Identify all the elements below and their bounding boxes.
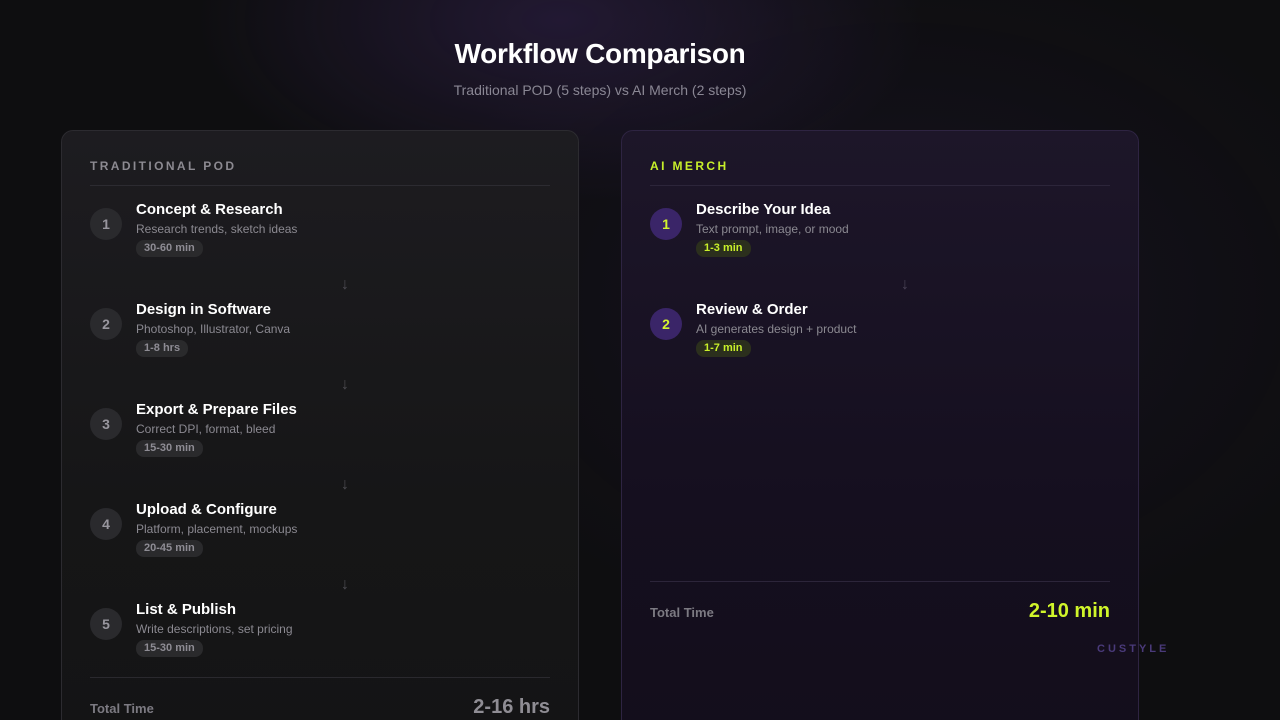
step-number-badge: 4 <box>90 508 122 540</box>
page-title: Workflow Comparison <box>454 38 746 69</box>
traditional-step-5: 5 List & Publish Write descriptions, set… <box>90 601 550 662</box>
step-title: Review & Order <box>696 301 808 318</box>
step-time-badge: 1-8 hrs <box>136 340 189 357</box>
traditional-total-row: Total Time 2-16 hrs <box>90 677 550 719</box>
traditional-pod-panel: TRADITIONAL POD 1 Concept & Research Res… <box>61 130 579 720</box>
step-description: Write descriptions, set pricing <box>136 622 293 636</box>
total-time-value: 2-10 min <box>1028 600 1110 622</box>
step-description: Platform, placement, mockups <box>136 522 298 536</box>
step-number-badge: 2 <box>650 308 682 340</box>
step-time-badge: 1-3 min <box>696 240 751 257</box>
total-time-label: Total Time <box>650 605 714 620</box>
traditional-pod-heading: TRADITIONAL POD <box>90 159 550 186</box>
page-subtitle: Traditional POD (5 steps) vs AI Merch (2… <box>453 82 747 98</box>
step-title: Describe Your Idea <box>696 201 831 218</box>
step-number-badge: 5 <box>90 608 122 640</box>
step-number-badge: 2 <box>90 308 122 340</box>
step-number-badge: 3 <box>90 408 122 440</box>
step-time-badge: 30-60 min <box>136 240 203 257</box>
step-time-badge: 1-7 min <box>696 340 751 357</box>
traditional-step-4: 4 Upload & Configure Platform, placement… <box>90 501 550 562</box>
step-time-badge: 15-30 min <box>136 440 203 457</box>
ai-step-1: 1 Describe Your Idea Text prompt, image,… <box>650 201 1110 262</box>
ai-total-row: Total Time 2-10 min <box>650 581 1110 623</box>
step-number-badge: 1 <box>650 208 682 240</box>
step-title: Upload & Configure <box>136 501 277 518</box>
traditional-step-1: 1 Concept & Research Research trends, sk… <box>90 201 550 262</box>
ai-merch-heading: AI MERCH <box>650 159 1110 186</box>
step-title: Export & Prepare Files <box>136 401 297 418</box>
step-time-badge: 20-45 min <box>136 540 203 557</box>
traditional-step-3: 3 Export & Prepare Files Correct DPI, fo… <box>90 401 550 462</box>
step-description: Correct DPI, format, bleed <box>136 422 276 436</box>
step-time-badge: 15-30 min <box>136 640 203 657</box>
step-description: Research trends, sketch ideas <box>136 222 298 236</box>
ai-step-2: 2 Review & Order AI generates design + p… <box>650 301 1110 362</box>
total-time-label: Total Time <box>90 701 154 716</box>
total-time-value: 2-16 hrs <box>473 696 550 718</box>
ai-steps-list: 1 Describe Your Idea Text prompt, image,… <box>650 201 1110 362</box>
step-description: Text prompt, image, or mood <box>696 222 849 236</box>
step-description: AI generates design + product <box>696 322 857 336</box>
brand-watermark: CUSTYLE <box>1097 643 1170 655</box>
step-number-badge: 1 <box>90 208 122 240</box>
step-title: List & Publish <box>136 601 237 618</box>
traditional-steps-list: 1 Concept & Research Research trends, sk… <box>90 201 550 662</box>
step-title: Design in Software <box>136 301 272 318</box>
traditional-step-2: 2 Design in Software Photoshop, Illustra… <box>90 301 550 362</box>
step-description: Photoshop, Illustrator, Canva <box>136 322 291 336</box>
step-title: Concept & Research <box>136 201 283 218</box>
ai-merch-panel: AI MERCH 1 Describe Your Idea Text promp… <box>621 130 1139 720</box>
